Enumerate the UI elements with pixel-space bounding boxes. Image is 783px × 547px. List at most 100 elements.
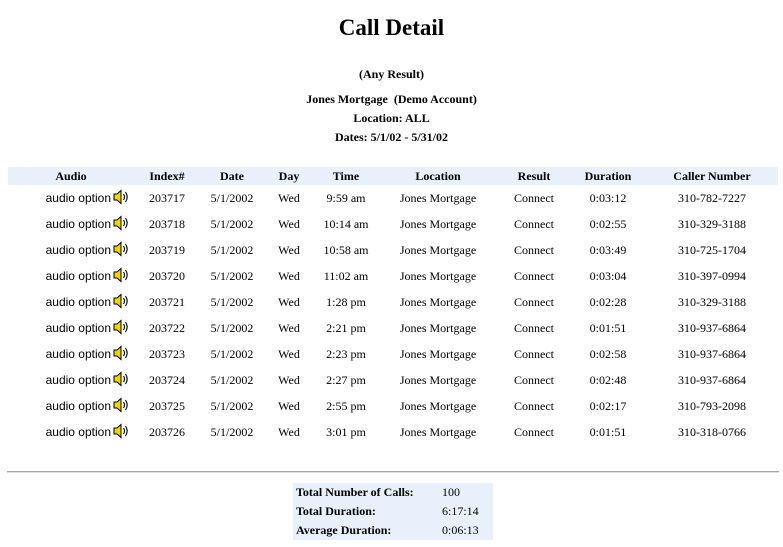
index-cell: 203717: [149, 190, 185, 205]
time-cell: 1:28 pm: [326, 294, 366, 309]
audio-option-link[interactable]: audio option: [46, 191, 111, 205]
table-row: audio option 203720 5/1/2002 Wed 11:02 am Jon…: [8, 263, 778, 289]
audio-cell: audio option: [8, 315, 134, 341]
speaker-icon[interactable]: [113, 214, 130, 234]
speaker-icon[interactable]: [113, 240, 130, 260]
caller-number-cell: 310-782-7227: [678, 190, 746, 205]
audio-option-link[interactable]: audio option: [46, 373, 111, 387]
duration-cell: 0:02:55: [589, 216, 627, 231]
speaker-icon[interactable]: [113, 318, 130, 338]
total-calls-label: Total Number of Calls:: [296, 485, 414, 499]
location-cell: Jones Mortgage: [399, 242, 477, 257]
date-cell: 5/1/2002: [210, 268, 254, 283]
audio-cell: audio option: [8, 237, 134, 263]
audio-cell: audio option: [8, 263, 134, 289]
caller-number-cell: 310-937-6864: [678, 320, 746, 335]
page-title: Call Detail: [338, 15, 445, 40]
total-duration-row: Total Duration: 6:17:14: [293, 502, 493, 521]
table-row: audio option 203726 5/1/2002 Wed 3:01 pm Jone…: [8, 419, 778, 445]
date-cell: 5/1/2002: [210, 424, 254, 439]
location-cell: Jones Mortgage: [399, 216, 477, 231]
result-cell: Connect: [514, 190, 554, 205]
duration-cell: 0:02:48: [589, 372, 627, 387]
audio-cell: audio option: [8, 185, 134, 211]
result-cell: Connect: [514, 346, 554, 361]
duration-cell: 0:03:04: [589, 268, 627, 283]
result-cell: Connect: [514, 320, 554, 335]
date-cell: 5/1/2002: [210, 320, 254, 335]
duration-cell: 0:03:49: [589, 242, 627, 257]
index-cell: 203726: [149, 424, 185, 439]
divider: [7, 471, 779, 473]
duration-cell: 0:02:17: [589, 398, 627, 413]
caller-number-cell: 310-329-3188: [678, 294, 746, 309]
col-header-time: Time: [314, 167, 378, 185]
index-cell: 203721: [149, 294, 185, 309]
table-row: audio option 203722 5/1/2002 Wed 2:21 pm Jone…: [8, 315, 778, 341]
result-cell: Connect: [514, 242, 554, 257]
audio-cell: audio option: [8, 211, 134, 237]
caller-number-cell: 310-397-0994: [678, 268, 746, 283]
time-cell: 3:01 pm: [326, 424, 366, 439]
speaker-icon[interactable]: [113, 188, 130, 208]
caller-number-cell: 310-793-2098: [678, 398, 746, 413]
audio-option-link[interactable]: audio option: [46, 347, 111, 361]
day-cell: Wed: [278, 294, 300, 309]
time-cell: 2:23 pm: [326, 346, 366, 361]
date-range: Dates: 5/1/02 - 5/31/02: [335, 130, 448, 144]
audio-option-link[interactable]: audio option: [46, 269, 111, 283]
average-duration-label: Average Duration:: [296, 523, 392, 537]
speaker-icon[interactable]: [113, 344, 130, 364]
total-calls-row: Total Number of Calls: 100: [293, 483, 493, 502]
audio-option-link[interactable]: audio option: [46, 217, 111, 231]
duration-cell: 0:01:51: [589, 424, 627, 439]
index-cell: 203725: [149, 398, 185, 413]
index-cell: 203720: [149, 268, 185, 283]
audio-option-link[interactable]: audio option: [46, 399, 111, 413]
day-cell: Wed: [278, 372, 300, 387]
speaker-icon[interactable]: [113, 370, 130, 390]
duration-cell: 0:02:58: [589, 346, 627, 361]
day-cell: Wed: [278, 242, 300, 257]
date-cell: 5/1/2002: [210, 242, 254, 257]
speaker-icon[interactable]: [113, 396, 130, 416]
caller-number-cell: 310-937-6864: [678, 372, 746, 387]
caller-number-cell: 310-725-1704: [678, 242, 746, 257]
day-cell: Wed: [278, 320, 300, 335]
total-calls-value: 100: [442, 485, 460, 499]
audio-cell: audio option: [8, 367, 134, 393]
audio-option-link[interactable]: audio option: [46, 425, 111, 439]
col-header-caller-number: Caller Number: [646, 167, 778, 185]
location-cell: Jones Mortgage: [399, 190, 477, 205]
time-cell: 10:58 am: [323, 242, 369, 257]
account-name: Jones Mortgage (Demo Account): [306, 92, 477, 106]
totals-summary: Total Number of Calls: 100 Total Duratio…: [293, 483, 493, 540]
date-cell: 5/1/2002: [210, 216, 254, 231]
audio-option-link[interactable]: audio option: [46, 295, 111, 309]
audio-option-link[interactable]: audio option: [46, 321, 111, 335]
speaker-icon[interactable]: [113, 266, 130, 286]
total-duration-label: Total Duration:: [296, 504, 376, 518]
table-row: audio option 203718 5/1/2002 Wed 10:14 am Jon…: [8, 211, 778, 237]
result-cell: Connect: [514, 398, 554, 413]
location-cell: Jones Mortgage: [399, 294, 477, 309]
date-cell: 5/1/2002: [210, 190, 254, 205]
caller-number-cell: 310-937-6864: [678, 346, 746, 361]
index-cell: 203718: [149, 216, 185, 231]
col-header-audio: Audio: [8, 167, 134, 185]
audio-option-link[interactable]: audio option: [46, 243, 111, 257]
index-cell: 203723: [149, 346, 185, 361]
table-row: audio option 203724 5/1/2002 Wed 2:27 pm Jone…: [8, 367, 778, 393]
table-row: audio option 203717 5/1/2002 Wed 9:59 am Jone…: [8, 185, 778, 211]
table-row: audio option 203723 5/1/2002 Wed 2:23 pm Jone…: [8, 341, 778, 367]
col-header-index: Index#: [134, 167, 200, 185]
table-row: audio option 203725 5/1/2002 Wed 2:55 pm Jone…: [8, 393, 778, 419]
result-cell: Connect: [514, 216, 554, 231]
speaker-icon[interactable]: [113, 422, 130, 442]
time-cell: 2:55 pm: [326, 398, 366, 413]
speaker-icon[interactable]: [113, 292, 130, 312]
location-cell: Jones Mortgage: [399, 372, 477, 387]
day-cell: Wed: [278, 268, 300, 283]
date-cell: 5/1/2002: [210, 372, 254, 387]
average-duration-row: Average Duration: 0:06:13: [293, 521, 493, 540]
